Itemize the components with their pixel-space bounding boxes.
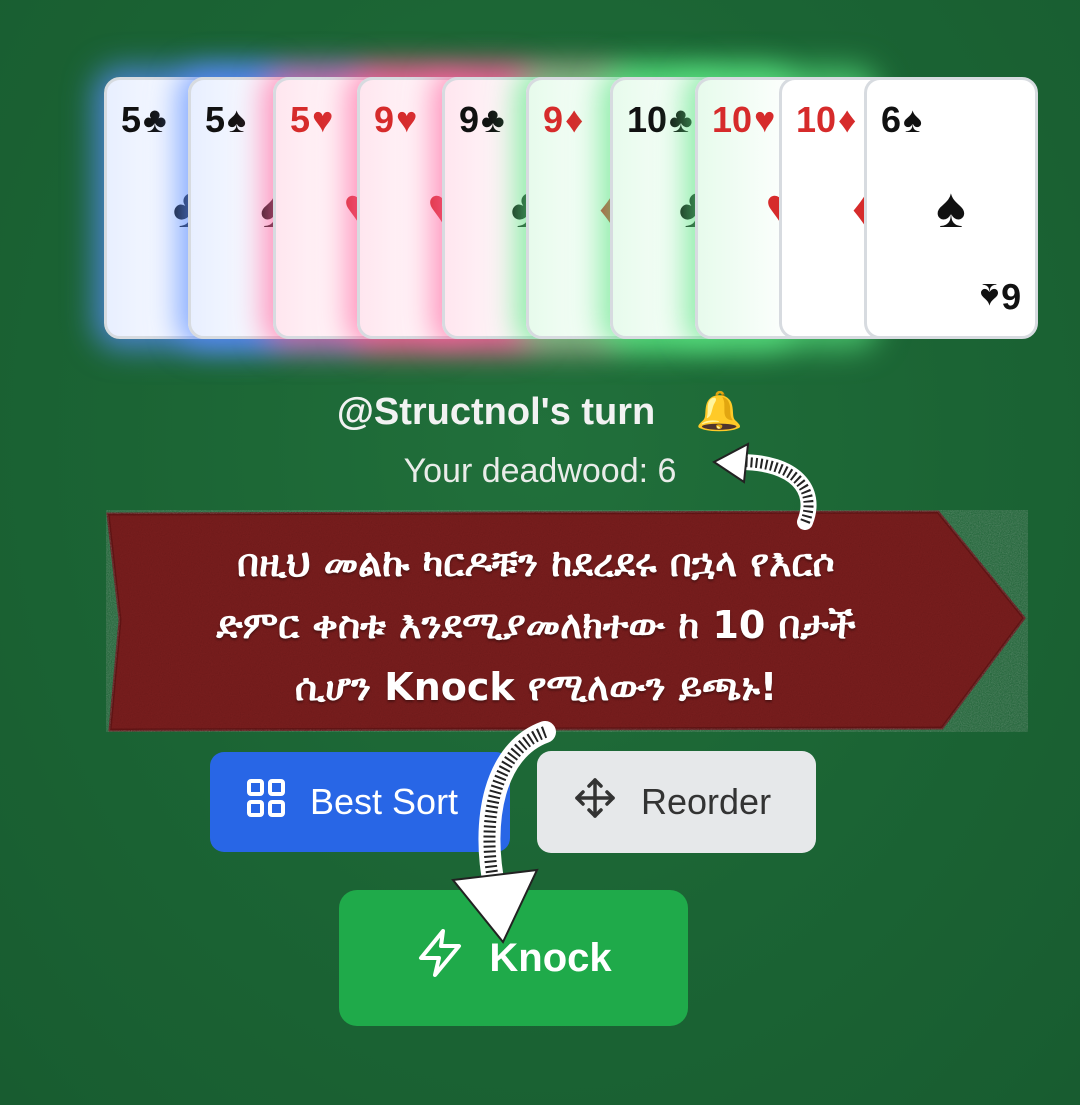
deadwood-count: Your deadwood: 6 xyxy=(403,452,677,490)
card-corner-bottom: 6 ♠ xyxy=(979,276,1021,317)
card-corner: 10 ♣ xyxy=(627,102,693,138)
card-suit-icon: ♥ xyxy=(754,99,776,140)
instruction-banner: በዚህ መልኩ ካርዶቹን ከደረደሩ በኋላ የእርሶ ድምር ቀስቱ እንደ… xyxy=(106,510,1028,732)
card-suit-icon: ♥ xyxy=(396,99,418,140)
turn-indicator: @Structnol's turn 🔔 xyxy=(0,390,1080,434)
card-corner: 5 ♥ xyxy=(290,102,333,138)
banner-line: ድምር ቀስቱ እንደሚያመለክተው ከ 10 በታች xyxy=(216,603,856,647)
banner-line: ሲሆን Knock የሚለውን ይጫኑ! xyxy=(294,665,778,709)
card-rank: 5 xyxy=(205,99,226,140)
card-corner: 9 ♣ xyxy=(459,102,505,138)
card-rank: 10 xyxy=(712,99,753,140)
reorder-button[interactable]: Reorder xyxy=(537,751,816,853)
card-rank: 9 xyxy=(543,99,564,140)
bell-icon[interactable]: 🔔 xyxy=(696,391,743,433)
move-icon xyxy=(573,776,617,829)
card-corner: 9 ♦ xyxy=(543,102,583,138)
card-suit-icon: ♦ xyxy=(838,99,857,140)
banner-text: በዚህ መልኩ ካርዶቹን ከደረደሩ በኋላ የእርሶ ድምር ቀስቱ እንደ… xyxy=(106,532,966,718)
card-corner: 6 ♠ xyxy=(881,102,922,138)
card-suit-icon: ♣ xyxy=(481,99,505,140)
banner-line: በዚህ መልኩ ካርዶቹን ከደረደሩ በኋላ የእርሶ xyxy=(237,541,835,585)
turn-text: @Structnol's turn xyxy=(336,391,656,433)
card-suit-icon: ♥ xyxy=(312,99,334,140)
playing-card[interactable]: 6 ♠ ♠ 6 ♠ xyxy=(864,77,1038,339)
card-rank: 9 xyxy=(374,99,395,140)
card-suit-icon: ♠ xyxy=(903,99,923,140)
card-rank: 9 xyxy=(459,99,480,140)
card-rank: 10 xyxy=(627,99,668,140)
annotation-arrow-icon xyxy=(451,721,556,944)
card-suit-icon: ♠ xyxy=(227,99,247,140)
card-rank: 6 xyxy=(881,99,902,140)
card-suit-icon: ♣ xyxy=(669,99,693,140)
player-hand: 5♣♣5♠♠5♥♥9♥♥9♣♣9♦♦10♣♣10♥♥10♦♦6♠♠6♠ xyxy=(0,0,1080,360)
card-rank: 5 xyxy=(121,99,142,140)
grid-icon xyxy=(246,778,286,827)
card-corner: 10 ♦ xyxy=(796,102,856,138)
card-center-suit-icon: ♠ xyxy=(936,176,966,239)
annotation-arrow-icon xyxy=(712,442,817,530)
card-corner: 9 ♥ xyxy=(374,102,417,138)
card-suit-icon: ♠ xyxy=(979,276,999,317)
card-corner: 10 ♥ xyxy=(712,102,775,138)
card-corner: 5 ♠ xyxy=(205,102,246,138)
card-suit-icon: ♣ xyxy=(143,99,167,140)
card-corner: 5 ♣ xyxy=(121,102,167,138)
card-rank: 10 xyxy=(796,99,837,140)
card-rank: 5 xyxy=(290,99,311,140)
reorder-label: Reorder xyxy=(641,781,772,822)
card-suit-icon: ♦ xyxy=(565,99,584,140)
card-rank: 6 xyxy=(1000,276,1021,317)
